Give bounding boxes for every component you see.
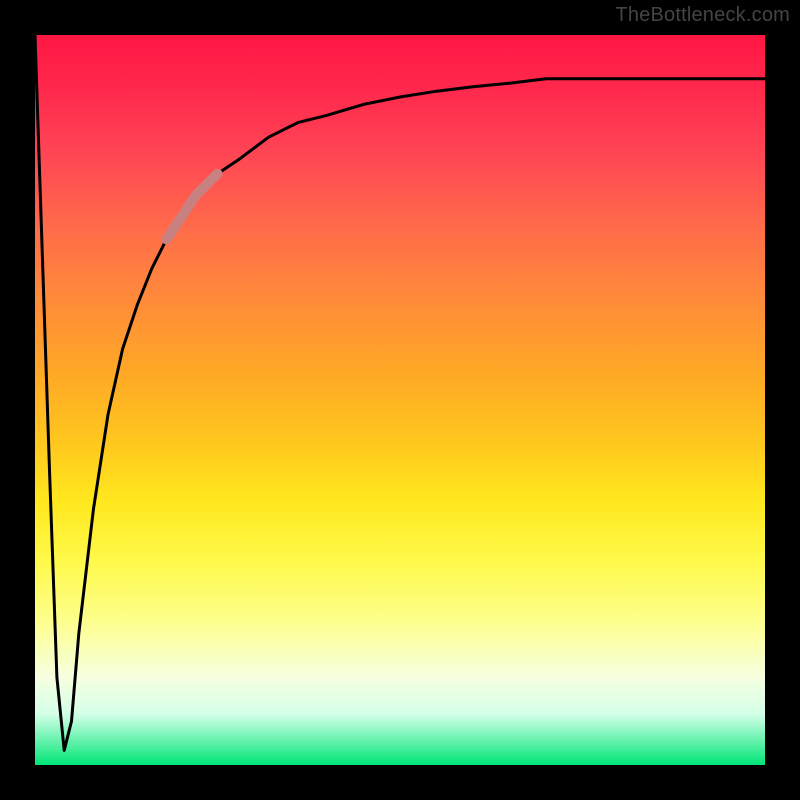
plot-area xyxy=(35,35,765,765)
main-curve xyxy=(35,35,765,750)
watermark-text: TheBottleneck.com xyxy=(615,4,790,27)
curve-svg xyxy=(35,35,765,765)
highlight-segment xyxy=(166,174,217,240)
chart-frame: TheBottleneck.com xyxy=(0,0,800,800)
